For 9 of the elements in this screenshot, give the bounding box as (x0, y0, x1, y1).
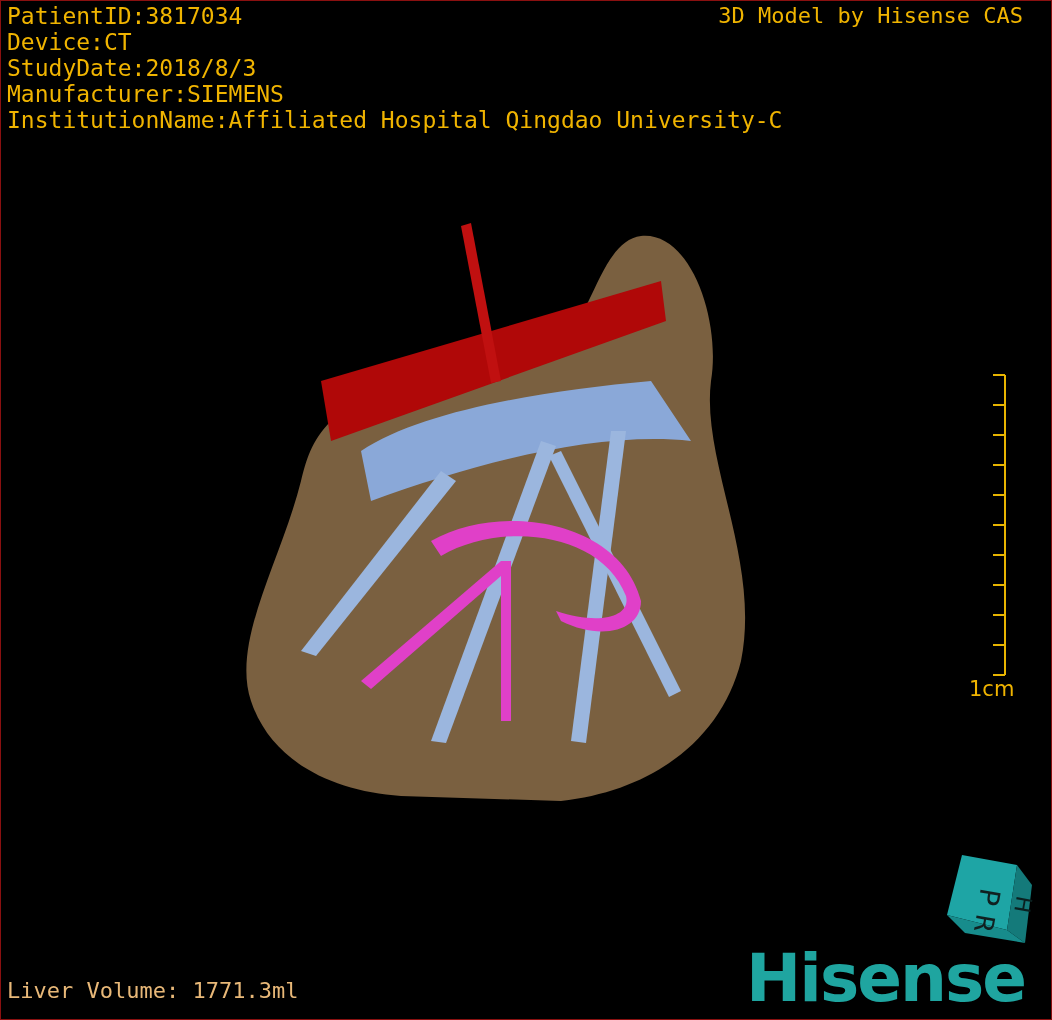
info-text: InstitutionName:Affiliated Hospital Qingdao University-C (7, 107, 783, 133)
info-text: Device:CT (7, 29, 132, 55)
info-text: PatientID:3817034 (7, 3, 243, 29)
info-text: Manufacturer:SIEMENS (7, 81, 284, 107)
credit-text: 3D Model by Hisense CAS (718, 3, 1023, 29)
logo: Hisense (746, 939, 1025, 1019)
volume-text: Liver Volume: 1771.3ml (7, 978, 299, 1004)
info-text: StudyDate:2018/8/3 (7, 55, 257, 81)
scale-label: 1cm (969, 677, 1015, 701)
